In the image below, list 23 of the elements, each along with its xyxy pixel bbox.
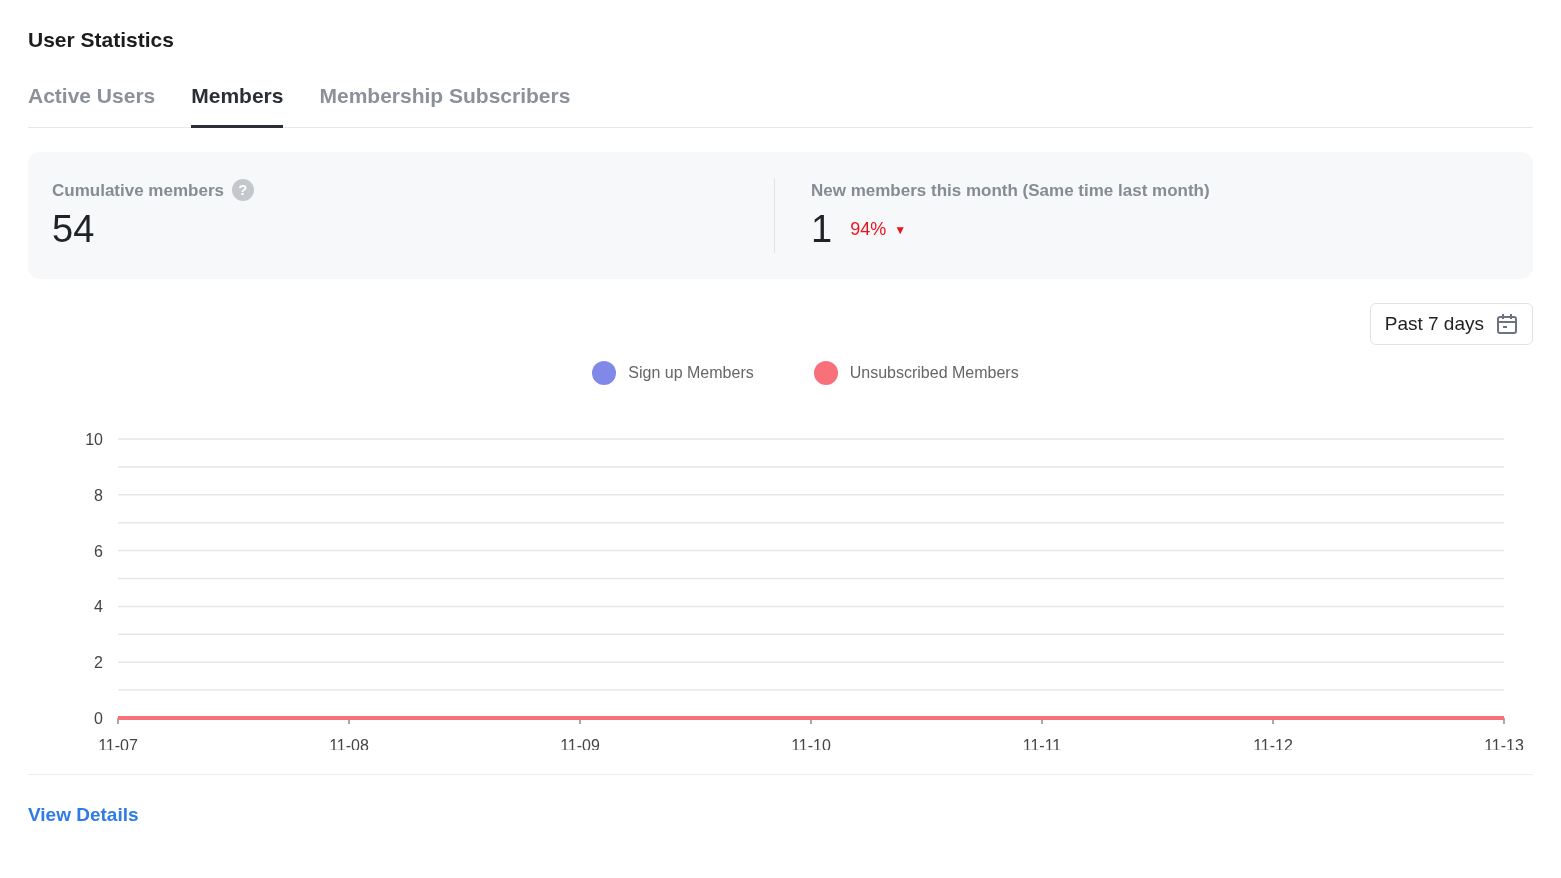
legend-label[interactable]: Sign up Members <box>628 361 754 386</box>
change-percent: 94% <box>850 218 887 242</box>
date-range-button[interactable]: Past 7 days <box>1369 302 1533 346</box>
stat-value: 54 <box>52 207 95 253</box>
stat-label: New members this month (Same time last month) <box>811 179 1210 202</box>
y-axis-label: 10 <box>85 431 103 449</box>
tab[interactable]: Members <box>191 80 284 128</box>
page-title: User Statistics <box>28 27 175 53</box>
legend-dot[interactable] <box>592 361 617 386</box>
stat-label: Cumulative members <box>52 179 224 202</box>
legend-label[interactable]: Unsubscribed Members <box>849 361 1019 386</box>
tab[interactable]: Active Users <box>28 80 156 128</box>
calendar-icon <box>1496 313 1518 336</box>
down-triangle-icon: ▼ <box>894 221 907 239</box>
y-axis-label: 4 <box>94 598 103 616</box>
stat-value: 1 <box>811 207 833 253</box>
view-details-link[interactable]: View Details <box>28 804 139 826</box>
y-axis-label: 0 <box>94 710 103 728</box>
y-axis-label: 8 <box>94 487 103 505</box>
legend-dot[interactable] <box>813 361 838 386</box>
y-axis-label: 6 <box>94 542 103 560</box>
y-axis-label: 2 <box>94 654 103 672</box>
tab[interactable]: Membership Subscribers <box>319 80 571 128</box>
